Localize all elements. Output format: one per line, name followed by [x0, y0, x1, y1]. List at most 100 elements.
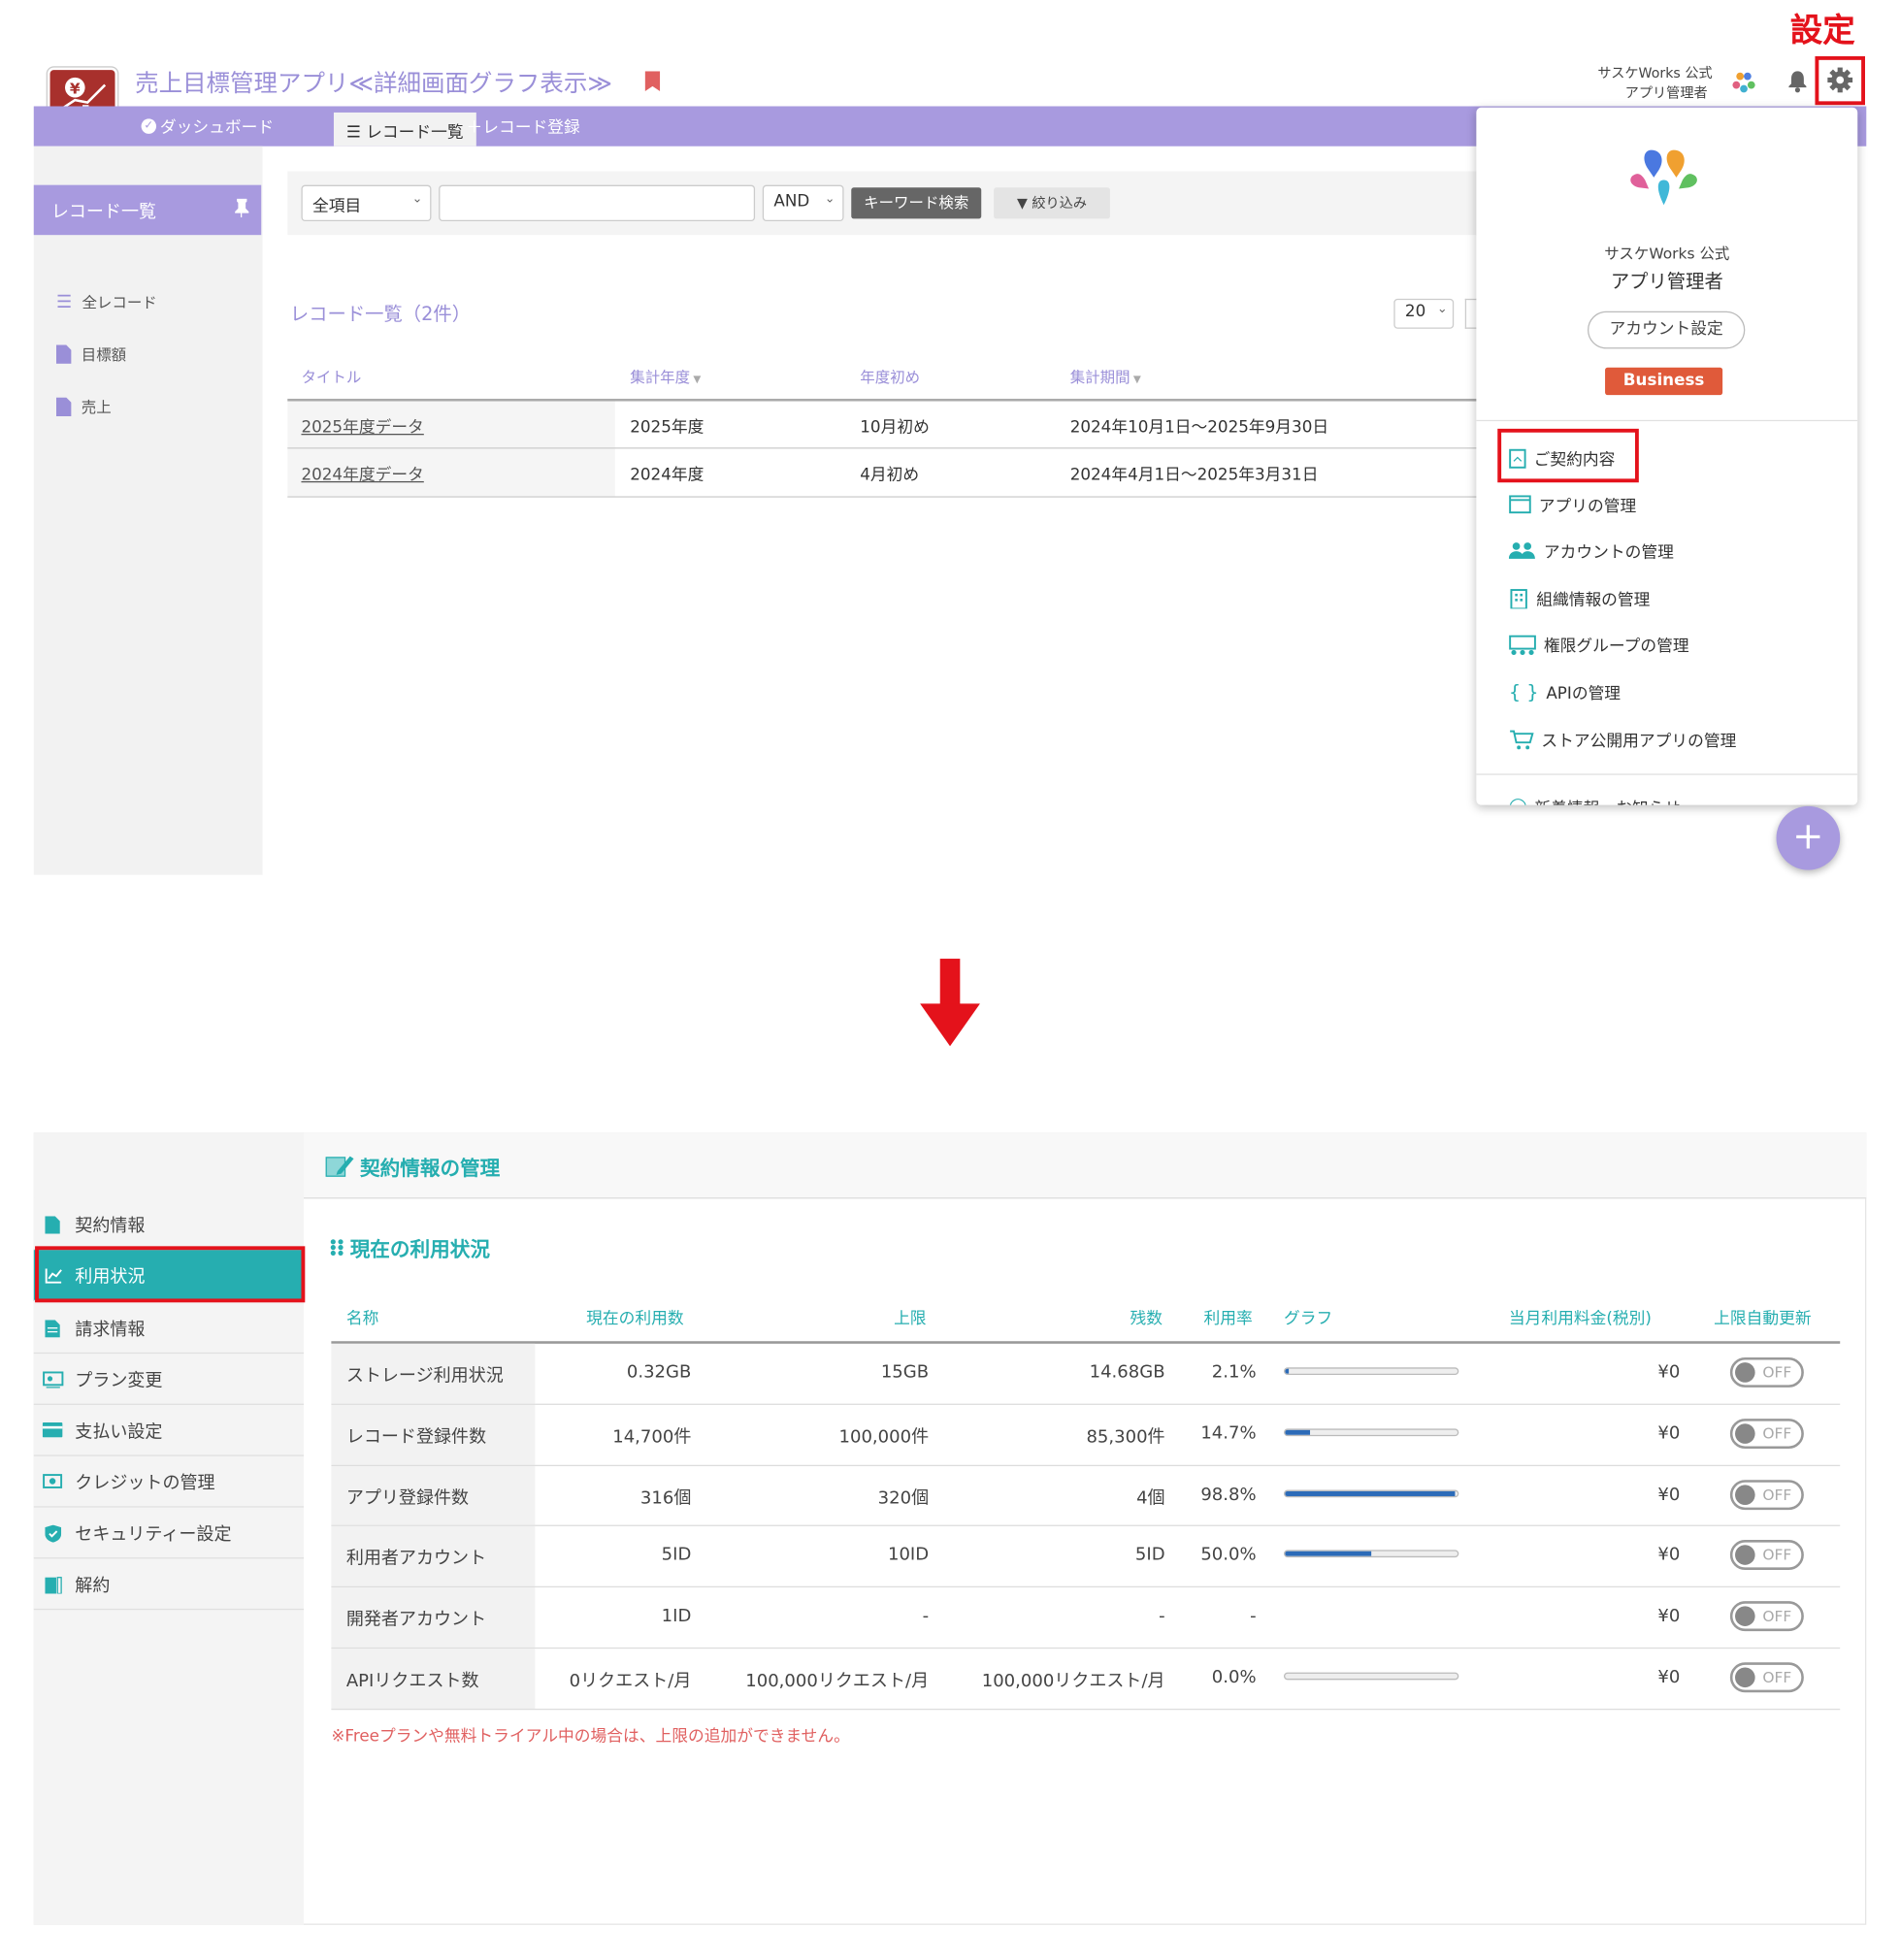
usage-remaining: 4個 [1136, 1487, 1165, 1509]
sidebar-item-plan-change[interactable]: プラン変更 [33, 1354, 305, 1405]
document-icon [55, 344, 72, 364]
menu-item-organization[interactable]: 組織情報の管理 [1509, 586, 1651, 610]
col-year-label: 集計年度 [630, 369, 691, 387]
tab-record-list[interactable]: ☰ レコード一覧 [333, 112, 476, 147]
app-title: 売上目標管理アプリ≪詳細画面グラフ表示≫ [135, 70, 612, 98]
user-avatar-icon[interactable] [1730, 70, 1757, 95]
document-icon [55, 397, 72, 416]
sidebar-item-label: 解約 [75, 1576, 111, 1597]
col-fee: 当月利用料金(税別) [1508, 1310, 1652, 1329]
add-fab-button[interactable]: + [1776, 805, 1841, 870]
sidebar-item-label: 目標額 [81, 345, 127, 364]
sidebar-item-target[interactable]: 目標額 [55, 343, 127, 365]
usage-current: 0リクエスト/月 [569, 1671, 692, 1691]
usage-limit: 100,000リクエスト/月 [745, 1671, 930, 1691]
group-icon [1509, 635, 1536, 655]
usage-limit: 100,000件 [838, 1426, 930, 1448]
menu-item-label: APIの管理 [1546, 684, 1622, 704]
sidebar-item-security[interactable]: セキュリティー設定 [33, 1508, 305, 1559]
toggle-label: OFF [1762, 1363, 1792, 1382]
filter-icon: ▼ [1016, 194, 1028, 212]
page-size-select[interactable]: 20 ⌄ [1393, 298, 1455, 329]
keyword-input[interactable] [439, 184, 756, 222]
page-size-value: 20 [1404, 302, 1426, 322]
filter-button[interactable]: ▼ 絞り込み [994, 187, 1110, 219]
svg-text:¥: ¥ [70, 81, 81, 98]
bookmark-icon[interactable] [644, 71, 661, 92]
auto-renew-toggle[interactable]: OFF [1729, 1418, 1804, 1449]
cart-icon [1509, 729, 1534, 750]
toggle-label: OFF [1762, 1668, 1792, 1686]
gear-highlight-box [1815, 55, 1865, 106]
table-cell: 4月初め [860, 466, 920, 485]
settings-dropdown: サスケWorks 公式 アプリ管理者 アカウント設定 Business ご契約内… [1476, 107, 1858, 805]
sidebar-item-credit[interactable]: クレジットの管理 [33, 1456, 305, 1508]
menu-item-label: 新着情報・お知らせ [1534, 795, 1680, 804]
menu-item-store[interactable]: ストア公開用アプリの管理 [1509, 728, 1736, 751]
operator-select-value: AND [773, 192, 810, 212]
contract-page [33, 1132, 1867, 1925]
auto-renew-toggle[interactable]: OFF [1729, 1662, 1804, 1693]
record-link[interactable]: 2025年度データ [301, 413, 423, 438]
sidebar-item-sales[interactable]: 売上 [55, 396, 112, 417]
usage-limit: 10ID [887, 1545, 930, 1566]
col-rate: 利用率 [1203, 1310, 1253, 1329]
col-period-label: 集計期間 [1069, 369, 1130, 387]
tab-record-add[interactable]: ＋レコード登録 [466, 114, 579, 137]
sidebar-item-contract-info[interactable]: 契約情報 [33, 1198, 305, 1251]
toggle-knob [1735, 1484, 1755, 1505]
menu-item-apps[interactable]: アプリの管理 [1509, 493, 1636, 516]
menu-item-accounts[interactable]: アカウントの管理 [1508, 539, 1674, 563]
tab-dashboard-label: ダッシュボード [159, 118, 275, 138]
col-year[interactable]: 集計年度 ▼ [630, 366, 701, 387]
auto-renew-toggle[interactable]: OFF [1729, 1479, 1804, 1510]
account-settings-button[interactable]: アカウント設定 [1588, 310, 1746, 349]
usage-progress-fill [1285, 1429, 1311, 1435]
usage-note: ※Freeプランや無料トライアル中の場合は、上限の追加ができません。 [331, 1727, 850, 1747]
table-cell: 2024年4月1日〜2025年3月31日 [1069, 466, 1319, 485]
section-title: 現在の利用状況 [330, 1232, 490, 1262]
menu-item-label: 組織情報の管理 [1536, 591, 1651, 610]
page-header [304, 1132, 1867, 1199]
auto-renew-toggle[interactable]: OFF [1729, 1601, 1804, 1632]
sidebar-item-all[interactable]: ☰ 全レコード [56, 291, 157, 312]
col-start[interactable]: 年度初め [860, 366, 920, 387]
auto-renew-toggle[interactable]: OFF [1729, 1356, 1804, 1388]
usage-progress-fill [1285, 1552, 1372, 1557]
table-cell: 2024年10月1日〜2025年9月30日 [1069, 418, 1329, 438]
record-link-text[interactable]: 2025年度データ [301, 419, 423, 438]
usage-limit: - [922, 1606, 930, 1627]
pin-icon[interactable] [235, 198, 249, 218]
operator-select[interactable]: AND ⌄ [762, 184, 844, 222]
auto-renew-toggle[interactable]: OFF [1729, 1540, 1804, 1571]
record-link-text[interactable]: 2024年度データ [301, 466, 423, 484]
col-title[interactable]: タイトル [301, 366, 361, 387]
window-icon [1509, 495, 1531, 514]
tab-dashboard[interactable]: ✓ ダッシュボード [141, 114, 275, 138]
usage-limit: 320個 [877, 1487, 930, 1509]
menu-item-api[interactable]: { } APIの管理 [1509, 680, 1621, 703]
usage-progress-bar [1283, 1428, 1459, 1436]
sidebar-item-billing[interactable]: 請求情報 [33, 1302, 305, 1355]
col-period[interactable]: 集計期間 ▼ [1070, 366, 1141, 387]
menu-item-permission-groups[interactable]: 権限グループの管理 [1509, 633, 1689, 656]
toggle-knob [1735, 1545, 1755, 1566]
list-icon: ☰ [345, 123, 361, 143]
usage-name: レコード登録件数 [345, 1426, 487, 1448]
usage-name: APIリクエスト数 [345, 1671, 479, 1691]
menu-item-label: アプリの管理 [1538, 497, 1637, 517]
invoice-icon [45, 1320, 61, 1338]
usage-progress-bar [1283, 1672, 1459, 1681]
usage-fee: ¥0 [1657, 1422, 1681, 1444]
sidebar-item-cancel[interactable]: 解約 [33, 1558, 305, 1611]
field-select[interactable]: 全項目 ⌄ [301, 184, 432, 222]
keyword-search-button[interactable]: キーワード検索 [851, 187, 982, 219]
sidebar-item-payment[interactable]: 支払い設定 [33, 1405, 305, 1456]
bell-icon[interactable] [1785, 69, 1811, 94]
menu-item-news[interactable]: ◯ 新着情報・お知らせ [1509, 795, 1681, 805]
record-link[interactable]: 2024年度データ [301, 461, 423, 484]
usage-name: 利用者アカウント [345, 1549, 487, 1570]
usage-progress-bar [1283, 1550, 1459, 1558]
contract-edit-icon [325, 1154, 355, 1179]
records-title: レコード一覧（2件） [289, 302, 472, 325]
